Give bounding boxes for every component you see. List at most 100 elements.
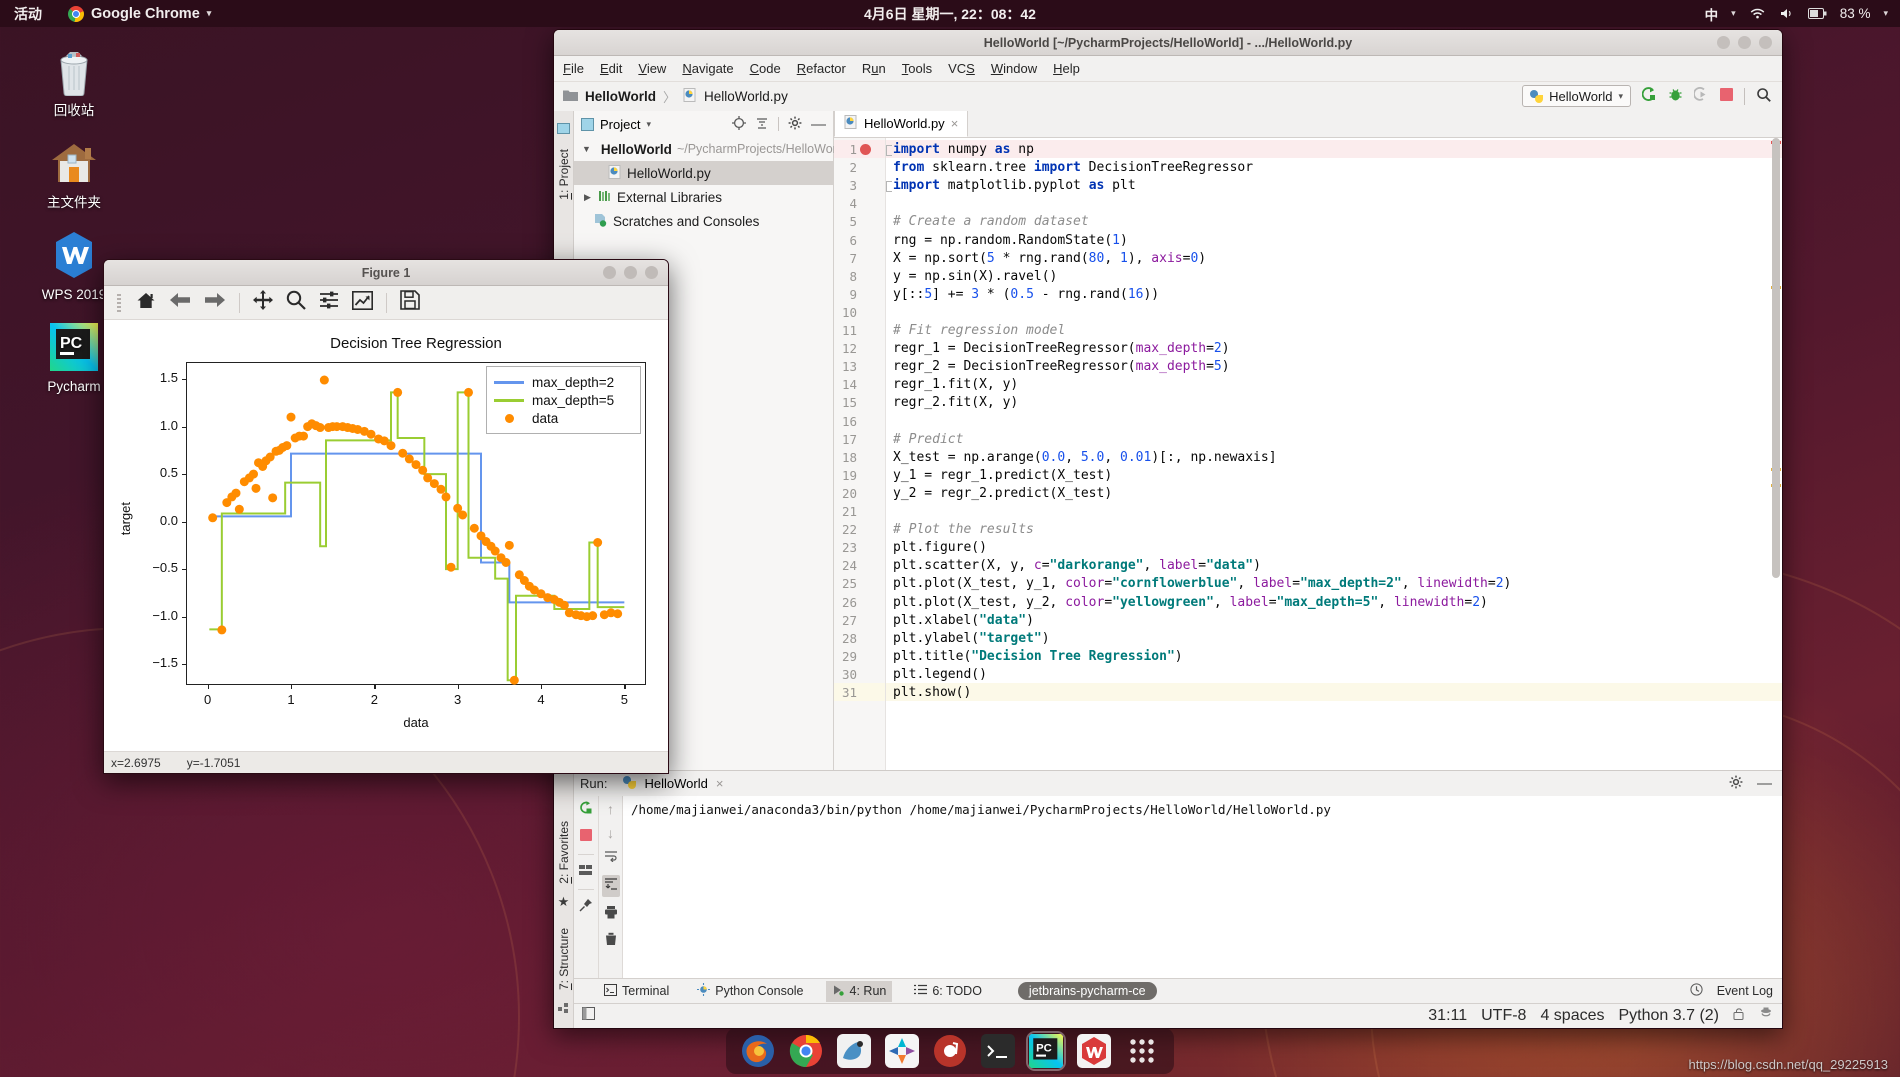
status-tab-terminal[interactable]: Terminal: [598, 981, 675, 1002]
code-line[interactable]: plt.plot(X_test, y_1, color="cornflowerb…: [893, 576, 1511, 591]
tree-row-helloworld-py[interactable]: HelloWorld.py: [574, 161, 833, 185]
toggle-toolwindows-icon[interactable]: [582, 1007, 595, 1025]
status-tab-python-console[interactable]: Python Console: [691, 981, 809, 1002]
code-line[interactable]: # Plot the results: [893, 522, 1034, 537]
unlocked-icon[interactable]: [1733, 1007, 1745, 1025]
print-layout-icon[interactable]: [579, 863, 593, 881]
hide-icon[interactable]: —: [811, 117, 826, 132]
home-icon[interactable]: [136, 291, 156, 315]
dock-item-chrome[interactable]: [788, 1033, 824, 1069]
code-line[interactable]: regr_1.fit(X, y): [893, 377, 1018, 392]
minimize-button[interactable]: [1717, 36, 1730, 49]
fold-marker[interactable]: [886, 181, 892, 193]
breakpoint-marker[interactable]: [860, 144, 871, 155]
activities-button[interactable]: 活动: [14, 4, 42, 24]
tree-row-external-libraries[interactable]: ▶ External Libraries: [574, 185, 833, 209]
event-log-area[interactable]: Event Log: [1690, 983, 1773, 999]
code-line[interactable]: regr_2 = DecisionTreeRegressor(max_depth…: [893, 359, 1230, 374]
current-app-menu[interactable]: Google Chrome ▾: [68, 5, 211, 22]
line-number-gutter[interactable]: 1 2 3 4 5 6 7 8 9 10 11 12 13 14 15 16 17 18 19 20 21 22 23 24 2…: [834, 138, 886, 770]
code-line[interactable]: from sklearn.tree import DecisionTreeReg…: [893, 160, 1253, 175]
code-line[interactable]: plt.plot(X_test, y_2, color="yellowgreen…: [893, 595, 1488, 610]
tree-row-helloworld[interactable]: ▼ HelloWorld ~/PycharmProjects/HelloWorl…: [574, 137, 847, 161]
code-line[interactable]: # Create a random dataset: [893, 214, 1089, 229]
maximize-button[interactable]: [1738, 36, 1751, 49]
menu-run[interactable]: Run: [862, 61, 886, 76]
sidebar-item-project[interactable]: 1: Project: [557, 149, 571, 200]
close-button[interactable]: [645, 266, 658, 279]
desktop-icon-home[interactable]: 主文件夹: [22, 134, 126, 211]
chevron-down-icon[interactable]: ▾: [646, 119, 651, 130]
code-line[interactable]: y[::5] += 3 * (0.5 - rng.rand(16)): [893, 287, 1159, 302]
fold-marker[interactable]: [886, 145, 892, 156]
locate-icon[interactable]: [732, 115, 746, 133]
wifi-icon[interactable]: [1749, 7, 1766, 20]
code-line[interactable]: y = np.sin(X).ravel(): [893, 269, 1057, 284]
close-icon[interactable]: ×: [716, 776, 724, 791]
menu-file[interactable]: File: [563, 61, 584, 76]
dock-item-firefox[interactable]: [740, 1033, 776, 1069]
sidebar-item-structure[interactable]: 7: Structure: [557, 928, 571, 990]
settings-gear-icon[interactable]: [1729, 775, 1743, 792]
run-config-tab[interactable]: HelloWorld: [644, 776, 707, 791]
run-config-selector[interactable]: HelloWorld ▾: [1522, 85, 1631, 107]
clock[interactable]: 4月6日 星期一, 22：08：42: [864, 4, 1036, 24]
twisty-icon[interactable]: ▶: [582, 192, 593, 203]
soft-wrap-icon[interactable]: [604, 849, 618, 867]
dock-item-files[interactable]: [836, 1033, 872, 1069]
twisty-icon[interactable]: ▼: [582, 144, 591, 154]
code-line[interactable]: plt.show(): [893, 685, 971, 700]
window-controls[interactable]: [1717, 36, 1772, 49]
code-line[interactable]: plt.figure(): [893, 540, 987, 555]
back-arrow-icon[interactable]: [169, 291, 191, 314]
interpreter-indicator[interactable]: Python 3.7 (2): [1619, 1007, 1720, 1025]
code-line[interactable]: # Predict: [893, 432, 963, 447]
menu-edit[interactable]: Edit: [600, 61, 622, 76]
configure-subplots-icon[interactable]: [319, 290, 339, 315]
dock-item-pycharm[interactable]: PC: [1026, 1031, 1066, 1071]
status-tab-todo[interactable]: 6: TODO: [908, 981, 988, 1002]
code-line[interactable]: y_2 = regr_2.predict(X_test): [893, 486, 1112, 501]
volume-icon[interactable]: [1779, 7, 1795, 20]
pycharm-titlebar[interactable]: HelloWorld [~/PycharmProjects/HelloWorld…: [554, 30, 1782, 56]
code-line[interactable]: # Fit regression model: [893, 323, 1065, 338]
code-line[interactable]: X = np.sort(5 * rng.rand(80, 1), axis=0): [893, 251, 1206, 266]
code-line[interactable]: y_1 = regr_1.predict(X_test): [893, 468, 1112, 483]
maximize-button[interactable]: [624, 266, 637, 279]
breadcrumb-file[interactable]: HelloWorld.py: [704, 89, 788, 104]
caret-position[interactable]: 31:11: [1428, 1007, 1467, 1025]
figure-window-controls[interactable]: [603, 266, 658, 279]
code-line[interactable]: import numpy as np: [893, 142, 1034, 157]
run-icon[interactable]: [1641, 87, 1657, 105]
tree-row-scratches[interactable]: Scratches and Consoles: [574, 209, 833, 233]
save-figure-icon[interactable]: [400, 290, 420, 315]
dock-item-terminal[interactable]: [980, 1033, 1016, 1069]
code-text[interactable]: import numpy as np from sklearn.tree impo…: [886, 138, 1782, 770]
scroll-up-icon[interactable]: ↑: [607, 801, 614, 817]
status-tab-run[interactable]: 4: Run: [825, 980, 893, 1002]
menu-code[interactable]: Code: [750, 61, 781, 76]
forward-arrow-icon[interactable]: [204, 291, 226, 314]
code-line[interactable]: plt.scatter(X, y, c="darkorange", label=…: [893, 558, 1261, 573]
run-console-output[interactable]: /home/majianwei/anaconda3/bin/python /ho…: [622, 796, 1782, 978]
minimize-button[interactable]: [603, 266, 616, 279]
menu-window[interactable]: Window: [991, 61, 1037, 76]
code-line[interactable]: regr_2.fit(X, y): [893, 395, 1018, 410]
input-method-indicator[interactable]: 中: [1705, 4, 1719, 24]
clear-all-icon[interactable]: [604, 932, 618, 951]
scroll-to-end-icon[interactable]: [601, 875, 620, 897]
close-icon[interactable]: ×: [951, 116, 959, 131]
editor-scrollbar[interactable]: [1770, 138, 1782, 770]
editor-viewport[interactable]: 1 2 3 4 5 6 7 8 9 10 11 12 13 14 15 16 17 18 19 20 21 22 23 24 2…: [834, 138, 1782, 770]
code-line[interactable]: plt.ylabel("target"): [893, 631, 1050, 646]
hide-icon[interactable]: —: [1757, 776, 1772, 791]
search-everywhere-icon[interactable]: [1756, 87, 1772, 106]
code-line[interactable]: plt.title("Decision Tree Regression"): [893, 649, 1183, 664]
menu-view[interactable]: View: [638, 61, 666, 76]
dock-item-wps[interactable]: [1076, 1033, 1112, 1069]
code-line[interactable]: plt.xlabel("data"): [893, 613, 1034, 628]
scrollbar-thumb[interactable]: [1772, 138, 1780, 578]
stop-icon[interactable]: [1720, 88, 1733, 104]
code-line[interactable]: rng = np.random.RandomState(1): [893, 233, 1128, 248]
menu-refactor[interactable]: Refactor: [797, 61, 846, 76]
